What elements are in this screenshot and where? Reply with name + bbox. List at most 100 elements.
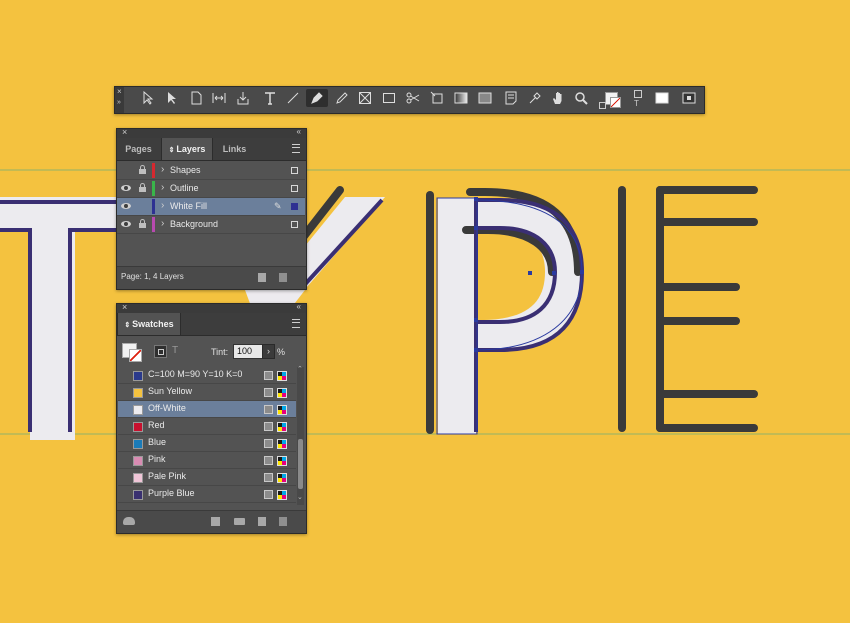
stroke-swatch[interactable] bbox=[610, 97, 621, 108]
content-collector-icon[interactable] bbox=[234, 89, 252, 107]
pen-tool-icon[interactable] bbox=[306, 89, 328, 107]
anchor-point[interactable] bbox=[580, 270, 584, 274]
collapse-icon[interactable]: « bbox=[297, 302, 301, 311]
swatch-row[interactable]: Red bbox=[118, 418, 296, 435]
swatch-chip bbox=[133, 422, 143, 432]
eyedropper-tool-icon[interactable] bbox=[526, 89, 544, 107]
type-tool-icon[interactable] bbox=[261, 89, 279, 107]
swatch-row[interactable]: Pink bbox=[118, 452, 296, 469]
panel-titlebar[interactable]: × « bbox=[117, 127, 306, 138]
delete-layer-icon[interactable] bbox=[279, 273, 287, 282]
gradient-swatch-tool-icon[interactable] bbox=[452, 89, 470, 107]
layer-selection-square[interactable] bbox=[291, 221, 298, 228]
scroll-up-icon[interactable]: ⌃ bbox=[297, 365, 303, 373]
cloud-libraries-icon[interactable] bbox=[123, 517, 135, 525]
eye-icon[interactable] bbox=[121, 185, 131, 191]
normal-view-icon[interactable] bbox=[650, 89, 674, 107]
collapse-icon[interactable]: « bbox=[297, 127, 301, 136]
scissors-tool-icon[interactable] bbox=[404, 89, 422, 107]
swatch-name: Sun Yellow bbox=[148, 386, 193, 396]
swatch-row[interactable]: Purple Blue bbox=[118, 486, 296, 503]
close-icon[interactable]: × bbox=[122, 127, 127, 137]
fill-stroke-swatches[interactable] bbox=[599, 90, 621, 110]
formatting-text-icon[interactable]: T bbox=[172, 345, 178, 356]
layer-name: Shapes bbox=[170, 165, 201, 175]
swatch-row[interactable]: Blue bbox=[118, 435, 296, 452]
swatch-row[interactable]: Pale Pink bbox=[118, 469, 296, 486]
default-colors-icon[interactable] bbox=[599, 102, 606, 109]
gradient-feather-tool-icon[interactable] bbox=[476, 89, 494, 107]
letter-e[interactable] bbox=[618, 186, 758, 432]
layer-row-white-fill[interactable]: › White Fill ✎ bbox=[117, 198, 305, 216]
rectangle-tool-icon[interactable] bbox=[380, 89, 398, 107]
close-icon[interactable]: × bbox=[122, 302, 127, 312]
rectangle-frame-tool-icon[interactable] bbox=[356, 89, 374, 107]
tab-pages[interactable]: Pages bbox=[117, 138, 160, 160]
show-swatch-views-icon[interactable] bbox=[211, 517, 220, 526]
hand-tool-icon[interactable] bbox=[549, 89, 567, 107]
folder-icon[interactable] bbox=[234, 518, 245, 525]
layer-selection-square[interactable] bbox=[291, 185, 298, 192]
chevron-right-icon[interactable]: › bbox=[161, 200, 164, 211]
tab-layers[interactable]: ⇕ Layers bbox=[161, 138, 213, 160]
toolbar-grip[interactable]: × » bbox=[115, 87, 124, 113]
panel-titlebar[interactable]: × « bbox=[117, 302, 306, 313]
close-icon[interactable]: × bbox=[117, 87, 122, 96]
tint-input[interactable]: 100 bbox=[233, 344, 264, 359]
line-tool-icon[interactable] bbox=[284, 89, 302, 107]
anchor-point[interactable] bbox=[474, 348, 478, 352]
free-transform-tool-icon[interactable] bbox=[428, 89, 446, 107]
tint-dropdown-button[interactable]: › bbox=[262, 344, 275, 359]
panel-menu-icon[interactable] bbox=[292, 319, 300, 328]
eye-icon[interactable] bbox=[121, 203, 131, 209]
stroke-swatch[interactable] bbox=[129, 349, 142, 362]
selection-tool-icon[interactable] bbox=[139, 89, 157, 107]
anchor-point[interactable] bbox=[528, 271, 532, 275]
gap-tool-icon[interactable] bbox=[210, 89, 228, 107]
collapse-icon[interactable]: » bbox=[117, 99, 121, 106]
chevron-right-icon[interactable]: › bbox=[161, 218, 164, 229]
direct-selection-tool-icon[interactable] bbox=[163, 89, 181, 107]
anchor-point[interactable] bbox=[474, 197, 478, 201]
delete-swatch-icon[interactable] bbox=[279, 517, 287, 526]
process-color-icon bbox=[264, 422, 273, 431]
tab-swatches[interactable]: ⇕ Swatches bbox=[117, 313, 181, 335]
anchor-point[interactable] bbox=[474, 226, 478, 230]
swatches-scrollbar[interactable]: ⌃ ⌄ bbox=[297, 365, 304, 505]
tab-links[interactable]: Links bbox=[212, 138, 257, 160]
layer-selection-square[interactable] bbox=[291, 203, 298, 210]
new-swatch-icon[interactable] bbox=[258, 517, 266, 526]
pencil-tool-icon[interactable] bbox=[333, 89, 351, 107]
scrollbar-thumb[interactable] bbox=[298, 439, 303, 489]
new-layer-icon[interactable] bbox=[258, 273, 266, 282]
layer-color-swatch bbox=[152, 181, 155, 196]
lock-icon[interactable] bbox=[139, 183, 146, 192]
eye-icon[interactable] bbox=[121, 221, 131, 227]
formatting-affects-icon[interactable]: T bbox=[634, 90, 643, 110]
swatch-row[interactable]: C=100 M=90 Y=10 K=0 bbox=[118, 367, 296, 384]
layers-panel: × « Pages ⇕ Layers Links › Shapes › Outli… bbox=[116, 127, 307, 290]
chevron-right-icon[interactable]: › bbox=[161, 164, 164, 175]
formatting-container-icon[interactable] bbox=[154, 345, 167, 358]
lock-icon[interactable] bbox=[139, 219, 146, 228]
scroll-down-icon[interactable]: ⌄ bbox=[297, 493, 303, 501]
note-tool-icon[interactable] bbox=[502, 89, 520, 107]
lock-icon[interactable] bbox=[139, 165, 146, 174]
screen-mode-icon[interactable] bbox=[678, 89, 700, 107]
page-tool-icon[interactable] bbox=[187, 89, 205, 107]
process-color-icon bbox=[264, 405, 273, 414]
zoom-tool-icon[interactable] bbox=[572, 89, 590, 107]
layer-selection-square[interactable] bbox=[291, 167, 298, 174]
chevron-right-icon[interactable]: › bbox=[161, 182, 164, 193]
anchor-point[interactable] bbox=[552, 271, 556, 275]
anchor-point[interactable] bbox=[474, 318, 478, 322]
layer-row-background[interactable]: › Background bbox=[117, 216, 305, 234]
layer-row-outline[interactable]: › Outline bbox=[117, 180, 305, 198]
swatch-row[interactable]: Off-White bbox=[118, 401, 296, 418]
process-color-icon bbox=[264, 388, 273, 397]
letter-p[interactable] bbox=[426, 188, 585, 435]
panel-menu-icon[interactable] bbox=[292, 144, 300, 153]
process-color-icon bbox=[264, 490, 273, 499]
layer-row-shapes[interactable]: › Shapes bbox=[117, 162, 305, 180]
swatch-row[interactable]: Sun Yellow bbox=[118, 384, 296, 401]
